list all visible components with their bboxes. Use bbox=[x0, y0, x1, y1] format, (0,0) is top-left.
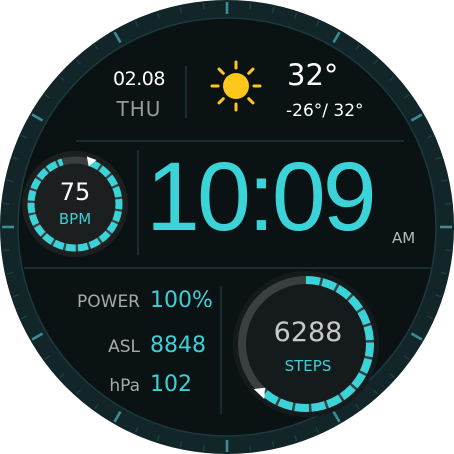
steps-value: 6288 bbox=[273, 317, 343, 348]
bezel-minor-tick bbox=[202, 444, 205, 451]
temperature-range: -26°/ 32° bbox=[286, 101, 364, 121]
pressure-label: hPa bbox=[109, 376, 140, 396]
digital-time: 10:09 bbox=[146, 142, 377, 251]
date-text: 02.08 bbox=[113, 68, 165, 90]
bezel-minor-tick bbox=[3, 249, 10, 252]
heart-rate-value: 75 bbox=[59, 178, 91, 206]
heart-rate-unit: BPM bbox=[58, 210, 92, 228]
time-period: AM bbox=[392, 229, 416, 247]
sun-icon bbox=[210, 60, 262, 112]
asl-value: 8848 bbox=[150, 333, 206, 358]
bezel-minor-tick bbox=[249, 444, 252, 451]
bezel-minor-tick bbox=[249, 3, 252, 10]
power-label: POWER bbox=[77, 292, 140, 312]
pressure-value: 102 bbox=[150, 372, 192, 397]
power-value: 100% bbox=[150, 288, 213, 313]
bezel-minor-tick bbox=[444, 249, 451, 252]
bezel-minor-tick bbox=[3, 202, 10, 205]
asl-label: ASL bbox=[108, 337, 140, 357]
steps-label: STEPS bbox=[284, 357, 332, 375]
current-temperature: 32° bbox=[287, 58, 339, 92]
bezel-minor-tick bbox=[202, 3, 205, 10]
weekday-text: THU bbox=[116, 97, 162, 121]
bezel-minor-tick bbox=[444, 202, 451, 205]
